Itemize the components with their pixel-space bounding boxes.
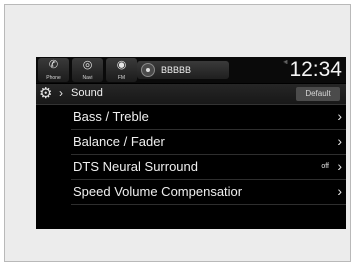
phone-icon: ✆ <box>48 59 59 71</box>
chevron-right-icon: › <box>337 158 342 174</box>
phone-tab-label: Phone <box>46 75 61 81</box>
fm-tab-label: FM <box>117 75 126 81</box>
menu-item-label: DTS Neural Surround <box>73 159 198 174</box>
menu-item-label: Balance / Fader <box>73 134 165 149</box>
page-header: ⚙ › Sound Default <box>36 84 346 105</box>
breadcrumb-arrow-icon: › <box>59 86 63 100</box>
media-disc-icon <box>141 63 155 77</box>
page-title: Sound <box>71 87 103 99</box>
menu-item-speed-volume-compensation[interactable]: Speed Volume Compensatior › <box>71 180 346 205</box>
fm-tab[interactable]: ◉ FM <box>106 58 137 82</box>
radio-icon: ◉ <box>116 59 127 71</box>
chevron-right-icon: › <box>337 183 342 199</box>
clock: 12:34 <box>289 58 342 81</box>
menu-item-label: Speed Volume Compensatior <box>73 184 243 199</box>
chevron-right-icon: › <box>337 133 342 149</box>
menu-item-bass-treble[interactable]: Bass / Treble › <box>71 105 346 130</box>
menu-item-dts-neural-surround[interactable]: DTS Neural Surround off › <box>71 155 346 180</box>
phone-tab[interactable]: ✆ Phone <box>38 58 69 82</box>
audio-source-label: BBBBB <box>161 65 192 75</box>
audio-source-button[interactable]: BBBBB <box>137 61 229 79</box>
menu-item-label: Bass / Treble <box>73 109 149 124</box>
default-button[interactable]: Default <box>296 87 340 101</box>
menu-item-value: off <box>321 163 329 170</box>
chevron-right-icon: › <box>337 108 342 124</box>
signal-icon: ⁺ᴵ <box>283 59 287 68</box>
document-frame: ✆ Phone ◎ Navi ◉ FM BBBBB ⁺ᴵ 12:34 ⚙ › S… <box>4 4 351 262</box>
settings-list: Bass / Treble › Balance / Fader › DTS Ne… <box>36 105 346 205</box>
navi-icon: ◎ <box>82 59 93 71</box>
status-bar: ✆ Phone ◎ Navi ◉ FM BBBBB ⁺ᴵ 12:34 <box>36 57 346 83</box>
navi-tab-label: Navi <box>82 75 93 81</box>
menu-item-balance-fader[interactable]: Balance / Fader › <box>71 130 346 155</box>
gear-icon: ⚙ <box>39 85 53 102</box>
infotainment-screen: ✆ Phone ◎ Navi ◉ FM BBBBB ⁺ᴵ 12:34 ⚙ › S… <box>36 57 346 229</box>
navi-tab[interactable]: ◎ Navi <box>72 58 103 82</box>
